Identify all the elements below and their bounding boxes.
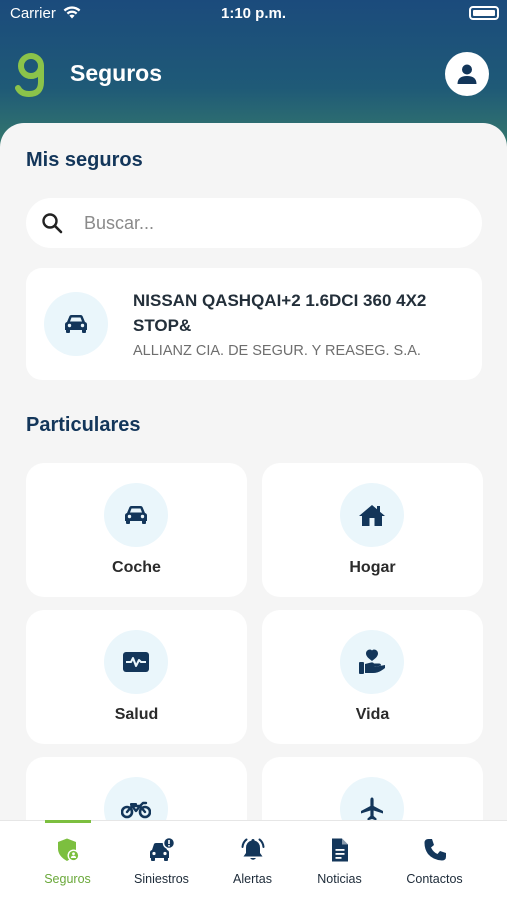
- category-card-hogar[interactable]: Hogar: [262, 463, 483, 597]
- category-icon-circle: [340, 777, 404, 820]
- policy-card[interactable]: NISSAN QASHQAI+2 1.6DCI 360 4X2 STOP& AL…: [26, 268, 482, 380]
- clock: 1:10 p.m.: [220, 5, 287, 22]
- tab-seguros[interactable]: Seguros: [0, 820, 101, 900]
- category-card-salud[interactable]: Salud: [26, 610, 247, 744]
- category-card-moto[interactable]: [26, 757, 247, 820]
- particulares-title: Particulares: [26, 414, 141, 436]
- tab-label: Noticias: [317, 872, 362, 886]
- profile-button[interactable]: [445, 52, 489, 96]
- category-label: Coche: [112, 559, 161, 576]
- battery-icon: [469, 6, 499, 20]
- category-label: Hogar: [349, 559, 396, 576]
- tab-alertas[interactable]: Alertas: [202, 821, 303, 900]
- airplane-icon: [361, 797, 383, 820]
- car-icon: [65, 315, 87, 333]
- tab-label: Alertas: [233, 872, 272, 886]
- hand-heart-icon: [359, 649, 385, 674]
- motorcycle-icon: [121, 801, 151, 819]
- category-card-coche[interactable]: Coche: [26, 463, 247, 597]
- user-icon: [457, 64, 477, 84]
- search-input[interactable]: [84, 198, 464, 248]
- category-card-vida[interactable]: Vida: [262, 610, 483, 744]
- category-icon-circle: [104, 483, 168, 547]
- phone-icon: [424, 839, 446, 861]
- car-crash-icon: [150, 837, 175, 861]
- tab-siniestros[interactable]: Siniestros: [111, 821, 212, 900]
- category-icon-circle: [340, 630, 404, 694]
- policy-name: NISSAN QASHQAI+2 1.6DCI 360 4X2 STOP&: [133, 291, 427, 335]
- document-icon: [332, 838, 348, 862]
- search-bar[interactable]: [26, 198, 482, 248]
- category-icon-circle: [340, 483, 404, 547]
- my-policies-title: Mis seguros: [26, 149, 143, 171]
- search-icon: [42, 213, 63, 234]
- category-label: Vida: [355, 706, 390, 723]
- policy-icon-circle: [44, 292, 108, 356]
- category-icon-circle: [104, 630, 168, 694]
- category-label: Salud: [114, 706, 159, 723]
- tab-contactos[interactable]: Contactos: [384, 821, 485, 900]
- car-icon: [125, 506, 147, 524]
- category-icon-circle: [104, 777, 168, 820]
- page-title: Seguros: [70, 60, 163, 86]
- tab-label: Seguros: [44, 872, 91, 886]
- g-logo-icon: [15, 53, 44, 98]
- status-bar: Carrier 1:10 p.m.: [0, 0, 507, 28]
- bell-icon: [241, 838, 265, 860]
- shield-user-icon: [58, 838, 80, 862]
- tab-label: Siniestros: [134, 872, 189, 886]
- home-icon: [359, 505, 385, 526]
- policy-insurer: ALLIANZ CIA. DE SEGUR. Y REASEG. S.A.: [133, 343, 421, 359]
- tab-label: Contactos: [406, 872, 463, 886]
- health-monitor-icon: [123, 652, 149, 672]
- tab-noticias[interactable]: Noticias: [289, 821, 390, 900]
- bottom-tab-bar: Seguros Siniestros Alertas Noticias Cont…: [0, 820, 507, 900]
- category-card-viaje[interactable]: [262, 757, 483, 820]
- main-content[interactable]: Mis seguros NISSAN QASHQAI+2 1.6DCI 360 …: [0, 123, 507, 820]
